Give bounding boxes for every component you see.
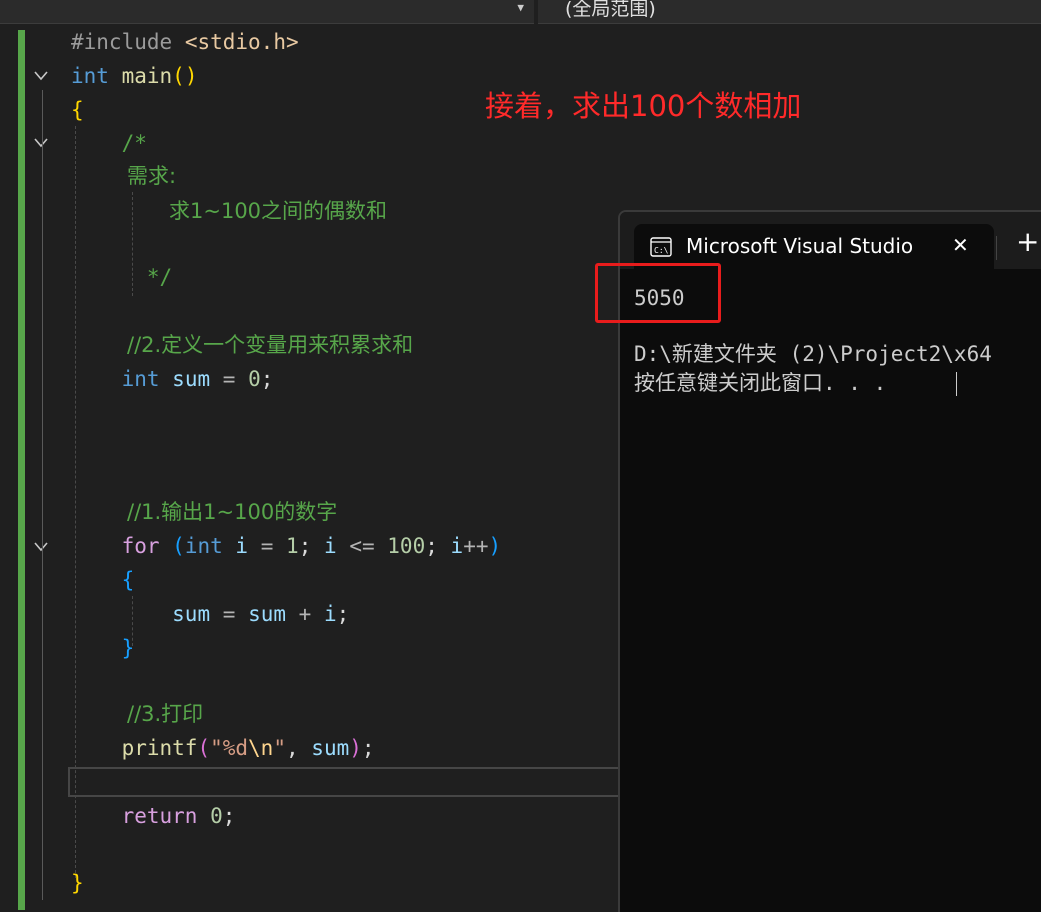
member-dropdown[interactable]: ▼ [0, 0, 534, 24]
console-path-line: D:\新建文件夹 (2)\Project2\x64 [634, 342, 992, 366]
scope-dropdown-label: (全局范围) [565, 0, 656, 20]
code-line: */ [146, 265, 173, 289]
console-titlebar[interactable]: C:\ Microsoft Visual Studio ✕ + [620, 212, 1041, 269]
annotation-text: 接着，求出100个数相加 [485, 89, 802, 123]
change-tracking-bar [18, 30, 25, 910]
code-line: 需求: [127, 164, 177, 188]
console-prompt-line: 按任意键关闭此窗口. . . [634, 371, 887, 395]
code-line: int sum = 0; [121, 367, 274, 391]
code-line: } [71, 871, 84, 895]
code-line: for (int i = 1; i <= 100; i++) [121, 534, 502, 558]
scope-dropdown[interactable]: (全局范围) [538, 0, 1041, 24]
code-line: #include <stdio.h> [71, 30, 299, 54]
console-tab-title: Microsoft Visual Studio [686, 234, 914, 258]
fold-region-line [42, 561, 43, 665]
fold-chevron-icon[interactable] [33, 136, 49, 150]
chevron-down-icon[interactable]: ▼ [517, 1, 524, 14]
code-line: printf("%d\n", sum); [121, 736, 375, 760]
code-line: 求1~100之间的偶数和 [169, 199, 388, 223]
highlight-box [595, 263, 721, 323]
svg-text:C:\: C:\ [654, 246, 669, 255]
editor-navigation-bar: ▼ (全局范围) [0, 0, 1041, 24]
fold-region-line [42, 156, 43, 296]
code-line: } [121, 636, 135, 660]
indent-guide [75, 126, 76, 878]
code-line: /* [121, 131, 147, 155]
code-line: int main() [71, 64, 198, 88]
code-line: { [71, 98, 84, 122]
text-cursor [956, 372, 957, 396]
code-line: { [121, 568, 135, 592]
code-line: //3.打印 [127, 702, 204, 726]
code-line: //2.定义一个变量用来积累求和 [127, 333, 414, 357]
terminal-icon: C:\ [650, 237, 672, 261]
new-tab-button[interactable]: + [1016, 227, 1039, 257]
code-line: return 0; [121, 804, 236, 828]
code-line: //1.输出1~100的数字 [127, 500, 338, 524]
fold-chevron-icon[interactable] [33, 540, 49, 554]
tab-divider [996, 236, 997, 260]
close-icon[interactable]: ✕ [952, 233, 969, 257]
current-line-highlight [68, 767, 628, 797]
fold-chevron-icon[interactable] [33, 69, 49, 83]
code-line: sum = sum + i; [172, 602, 350, 626]
